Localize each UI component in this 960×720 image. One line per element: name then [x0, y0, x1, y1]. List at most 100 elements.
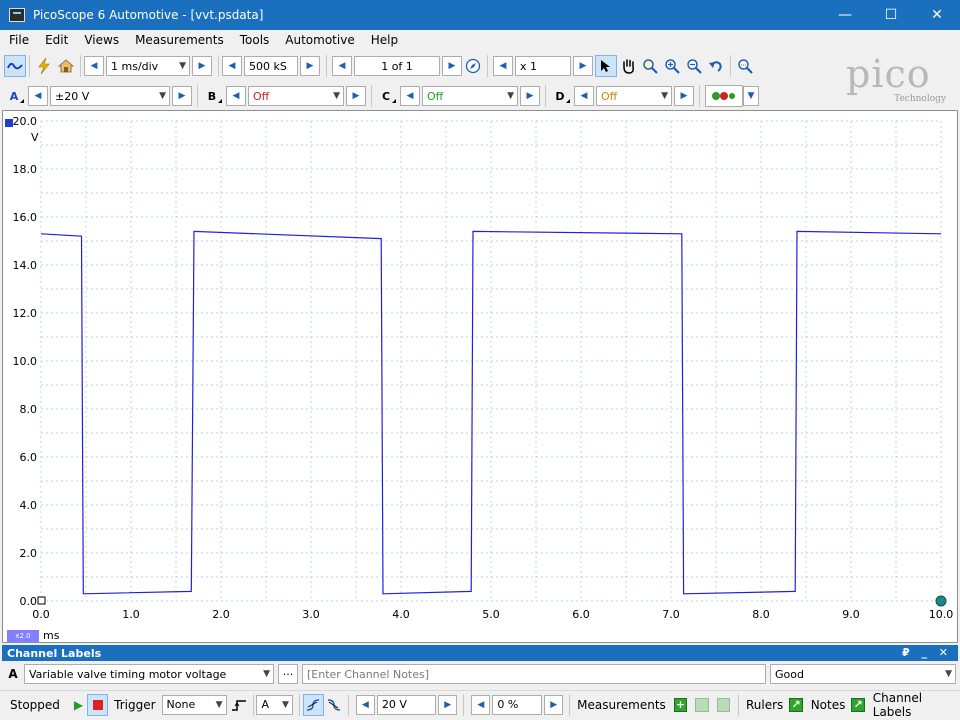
menu-measurements[interactable]: Measurements [135, 33, 224, 47]
x-zoom-badge[interactable]: x2.0 [7, 630, 39, 642]
zoom-decrease-button[interactable]: ◀ [493, 56, 513, 76]
scope-grid [40, 120, 942, 602]
samples-field[interactable]: 500 kS [244, 56, 298, 76]
channel-d-range-increase[interactable]: ▶ [674, 86, 694, 106]
rising-trigger-icon [307, 698, 320, 711]
trigger-channel-select[interactable]: A ▼ [256, 694, 293, 715]
channel-b-letter[interactable]: B [204, 86, 222, 106]
chevron-down-icon: ▼ [263, 669, 270, 679]
channel-b-range-select[interactable]: Off ▼ [248, 86, 344, 106]
add-measurement-button[interactable]: + [673, 697, 688, 712]
trigger-type-button[interactable] [229, 694, 250, 716]
delete-measurement-button[interactable] [716, 697, 731, 712]
zoom-window-button[interactable] [639, 55, 661, 77]
trigger-level-increase[interactable]: ▶ [438, 694, 458, 715]
auto-setup-button[interactable] [33, 55, 55, 77]
samples-increase-button[interactable]: ▶ [300, 56, 320, 76]
chevron-down-icon: ▼ [333, 91, 340, 101]
minimize-button[interactable]: — [822, 0, 868, 30]
channel-d-letter[interactable]: D [552, 86, 570, 106]
hand-tool-button[interactable] [617, 55, 639, 77]
edit-measurement-button[interactable] [695, 697, 709, 712]
falling-trigger-icon [328, 698, 341, 711]
channel-status-value: Good [775, 667, 804, 681]
chevron-down-icon: ▼ [945, 669, 952, 679]
menu-views[interactable]: Views [84, 33, 119, 47]
y-tick-label: 0.0 [20, 595, 38, 608]
channel-labels-panel-header: Channel Labels ₽ _ ✕ [2, 645, 958, 661]
select-tool-button[interactable] [595, 55, 617, 77]
channel-a-range-value: ±20 V [55, 89, 90, 103]
zoom-in-icon [665, 59, 680, 74]
x-tick-label: 5.0 [482, 608, 500, 621]
pre-trigger-decrease[interactable]: ◀ [471, 694, 491, 715]
scope-view[interactable]: 0.0 2.0 4.0 6.0 8.0 10.0 12.0 14.0 16.0 18.0 20.0 … [2, 110, 958, 643]
menu-file[interactable]: File [9, 33, 29, 47]
buffer-next-button[interactable]: ▶ [442, 56, 462, 76]
menu-automotive[interactable]: Automotive [285, 33, 354, 47]
undo-zoom-button[interactable] [705, 55, 727, 77]
channel-c-range-decrease[interactable]: ◀ [400, 86, 420, 106]
stop-button[interactable] [87, 693, 109, 716]
zoom-icon [643, 59, 658, 74]
channel-status-select[interactable]: Good ▼ [770, 664, 956, 684]
notes-button[interactable]: ↗ [851, 697, 865, 712]
channel-label-browse-button[interactable]: ··· [278, 664, 298, 684]
undo-icon [709, 61, 722, 72]
buffer-prev-button[interactable]: ◀ [332, 56, 352, 76]
menu-edit[interactable]: Edit [45, 33, 68, 47]
channel-a-letter[interactable]: A [6, 86, 24, 106]
scope-graph[interactable]: 0.02.04.06.08.010.012.014.016.018.020.0 … [3, 111, 957, 642]
timebase-decrease-button[interactable]: ◀ [84, 56, 104, 76]
timebase-select[interactable]: 1 ms/div ▼ [106, 56, 190, 76]
pre-trigger-increase[interactable]: ▶ [544, 694, 564, 715]
menu-help[interactable]: Help [371, 33, 398, 47]
zoom-out-button[interactable] [683, 55, 705, 77]
close-button[interactable]: ✕ [914, 0, 960, 30]
zoom-increase-button[interactable]: ▶ [573, 56, 593, 76]
zoom-field[interactable]: x 1 [515, 56, 571, 76]
channel-d-range-select[interactable]: Off ▼ [596, 86, 672, 106]
channel-c-letter[interactable]: C [378, 86, 396, 106]
rulers-button[interactable]: ↗ [789, 697, 803, 712]
panel-controls[interactable]: ₽ _ ✕ [902, 646, 952, 659]
maximize-button[interactable]: ☐ [868, 0, 914, 30]
channel-notes-input[interactable]: [Enter Channel Notes] [302, 664, 766, 684]
y-tick-label: 16.0 [13, 211, 38, 224]
channel-options-button[interactable] [705, 85, 743, 107]
channel-options-dropdown[interactable]: ▼ [743, 86, 759, 106]
trigger-mode-select[interactable]: None ▼ [161, 694, 227, 715]
channel-b-range-increase[interactable]: ▶ [346, 86, 366, 106]
channel-a-range-decrease[interactable]: ◀ [28, 86, 48, 106]
x-axis-unit: ms [43, 629, 60, 642]
title-bar: PicoScope 6 Automotive - [vvt.psdata] — … [0, 0, 960, 30]
pre-trigger-field[interactable]: 0 % [492, 694, 543, 715]
default-setup-button[interactable] [55, 55, 77, 77]
zoom-overview-button[interactable] [734, 55, 756, 77]
channel-a-axis-marker [5, 119, 13, 127]
zoom-in-button[interactable] [661, 55, 683, 77]
channel-c-range-select[interactable]: Off ▼ [422, 86, 518, 106]
channel-b-range-decrease[interactable]: ◀ [226, 86, 246, 106]
logo-sub: Technology [894, 94, 946, 104]
falling-trigger-button[interactable] [324, 694, 345, 716]
start-icon[interactable]: ▶ [74, 698, 83, 712]
channel-a-range-increase[interactable]: ▶ [172, 86, 192, 106]
y-tick-label: 14.0 [13, 259, 38, 272]
rulers-label: Rulers [745, 697, 784, 712]
rising-trigger-button[interactable] [302, 693, 324, 716]
channel-d-range-decrease[interactable]: ◀ [574, 86, 594, 106]
scope-mode-button[interactable] [4, 55, 26, 77]
buffer-navigator-button[interactable] [462, 55, 484, 77]
channel-a-range-select[interactable]: ±20 V ▼ [50, 86, 170, 106]
channel-c-range-increase[interactable]: ▶ [520, 86, 540, 106]
buffer-field[interactable]: 1 of 1 [354, 56, 440, 76]
channel-labels-label: Channel Labels [872, 690, 923, 719]
trigger-level-field[interactable]: 20 V [376, 694, 437, 715]
timebase-increase-button[interactable]: ▶ [192, 56, 212, 76]
channel-label-select[interactable]: Variable valve timing motor voltage ▼ [24, 664, 274, 684]
trigger-level-decrease[interactable]: ◀ [355, 694, 375, 715]
menu-tools[interactable]: Tools [240, 33, 270, 47]
stop-icon [92, 699, 103, 710]
samples-decrease-button[interactable]: ◀ [222, 56, 242, 76]
